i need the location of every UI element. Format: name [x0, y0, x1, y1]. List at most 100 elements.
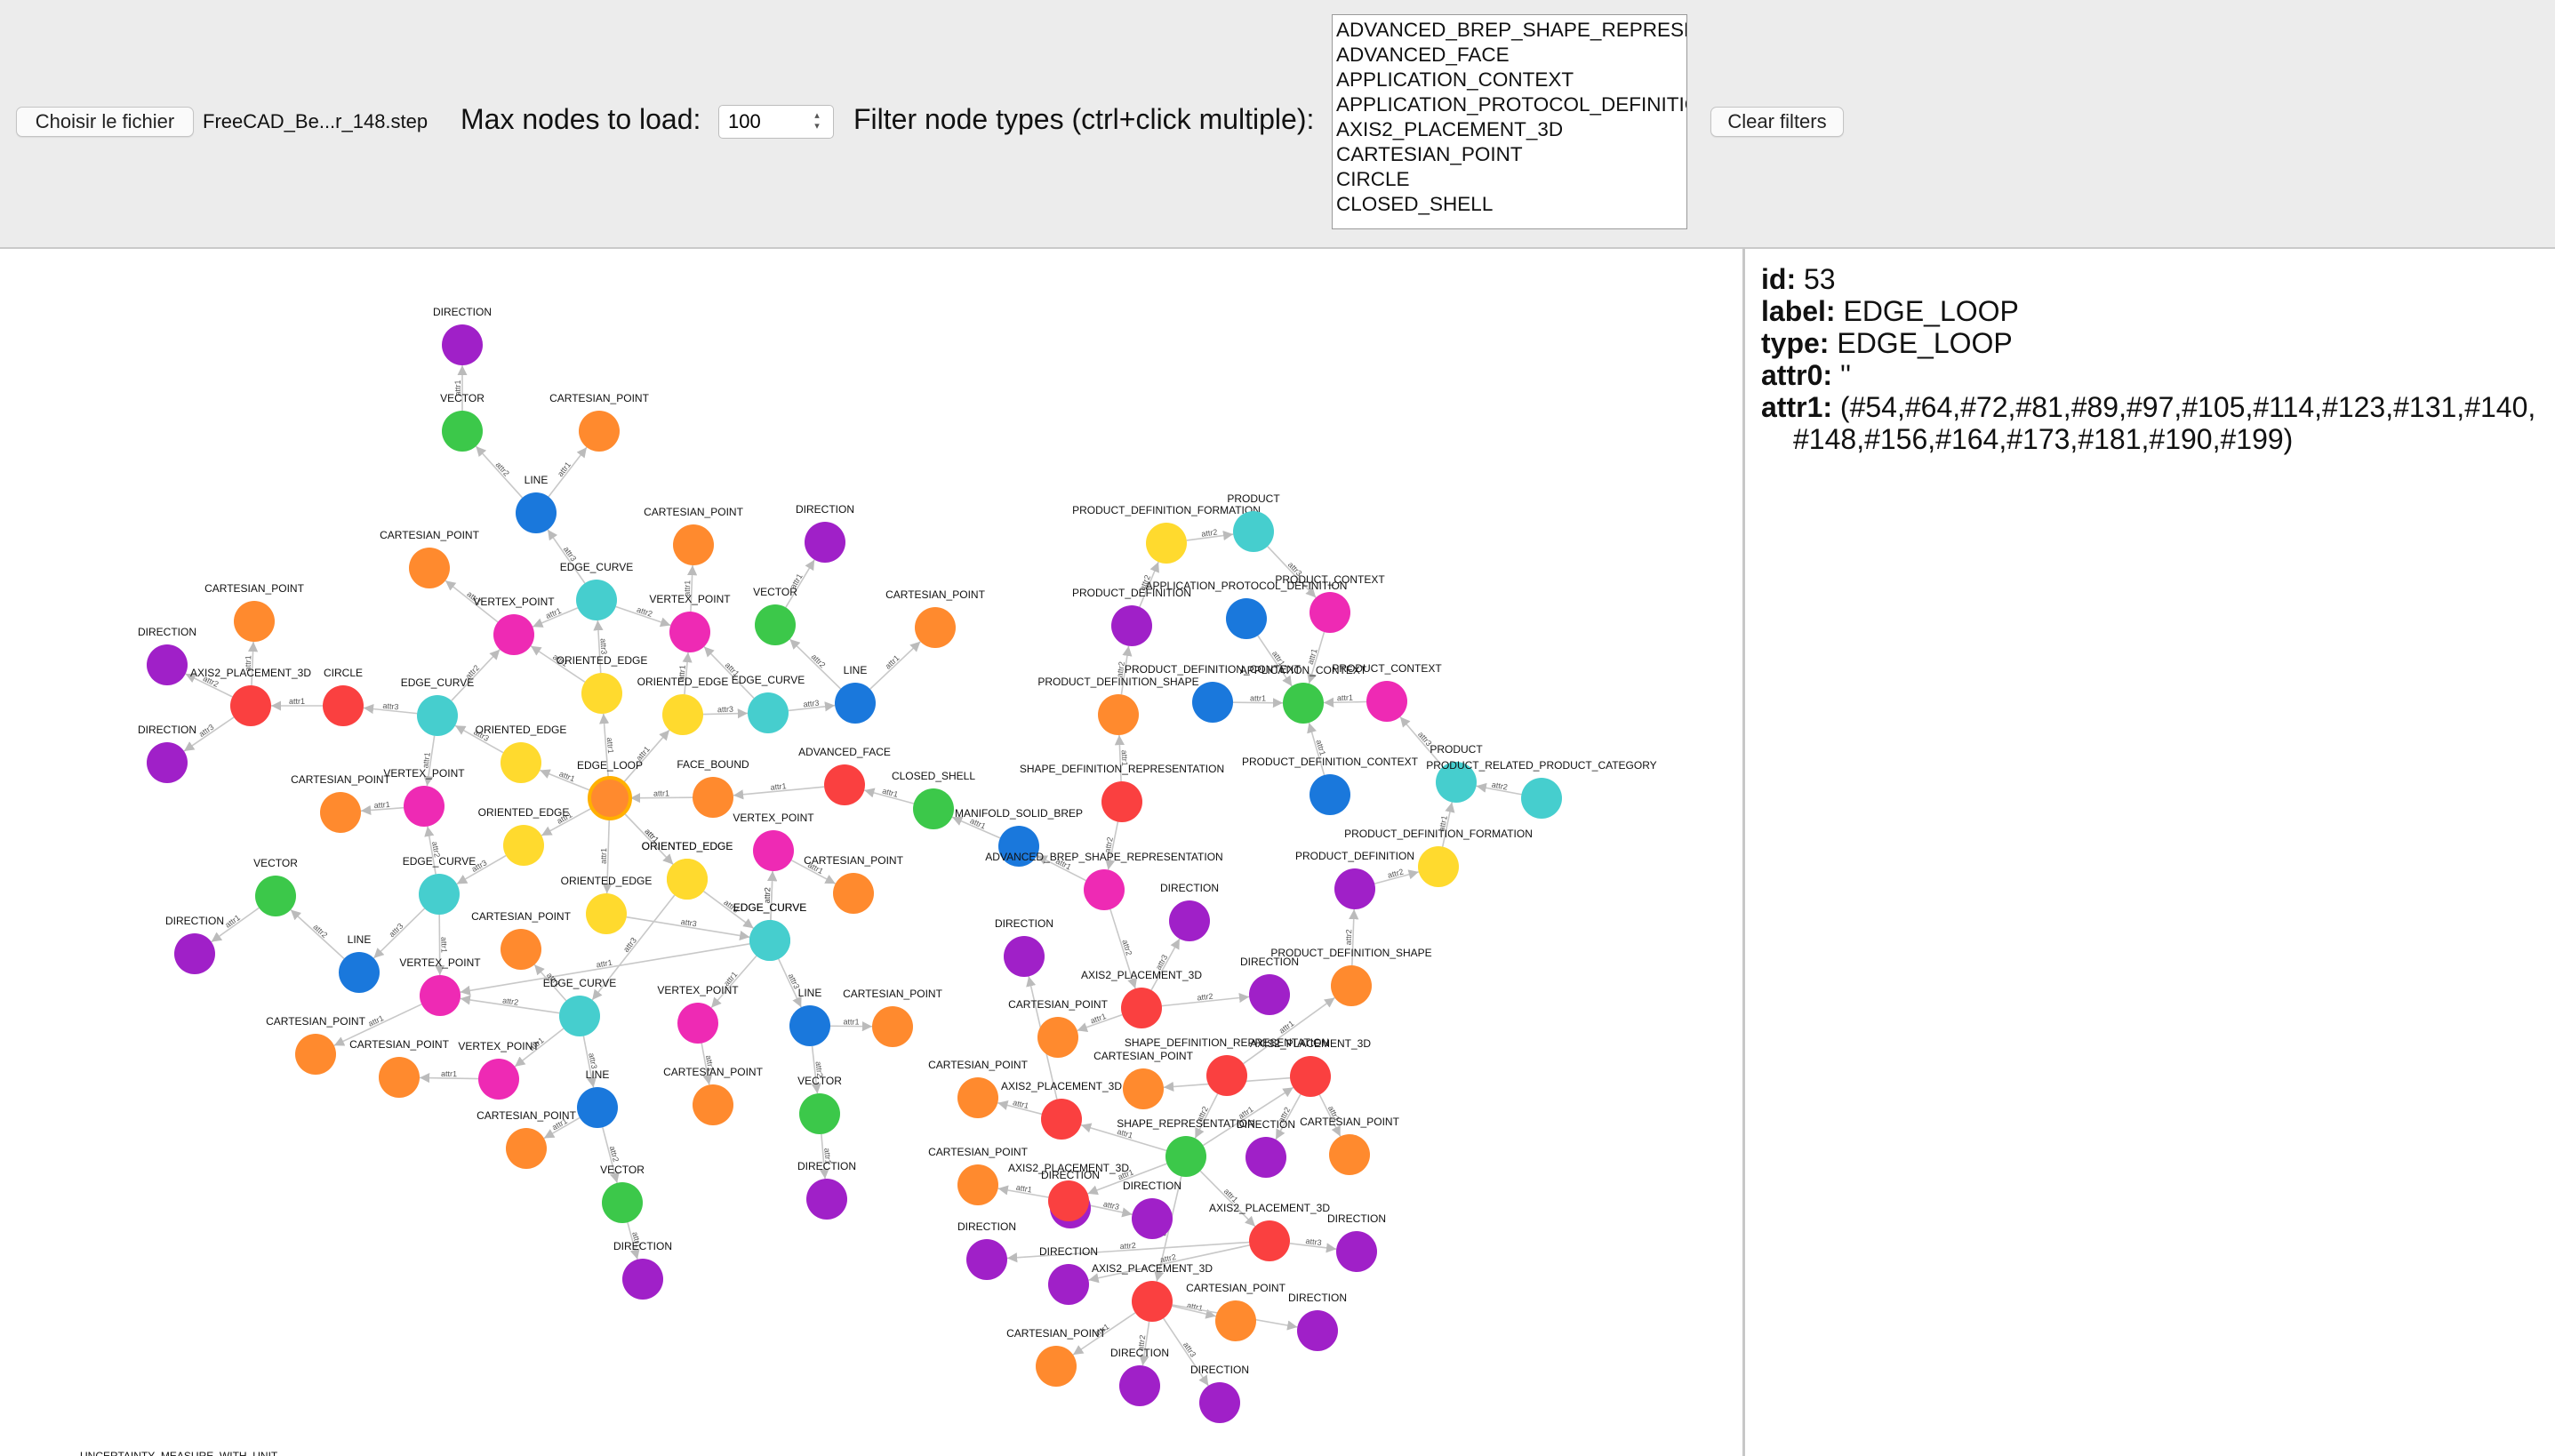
graph-node[interactable]: VERTEX_POINT	[657, 984, 739, 1044]
graph-node-circle[interactable]	[1036, 1346, 1077, 1387]
graph-node[interactable]: VECTOR	[753, 586, 797, 645]
graph-node[interactable]: SHAPE_REPRESENTATION	[1117, 1117, 1255, 1177]
filter-option[interactable]: ADVANCED_FACE	[1336, 43, 1686, 68]
graph-node[interactable]: PRODUCT_DEFINITION	[1295, 850, 1414, 909]
graph-node[interactable]: VERTEX_POINT	[383, 767, 465, 827]
graph-node-circle[interactable]	[1192, 682, 1233, 723]
graph-node-circle[interactable]	[493, 614, 534, 655]
graph-node-circle[interactable]	[581, 673, 622, 714]
filter-option[interactable]: CARTESIAN_POINT	[1336, 142, 1686, 167]
graph-node-circle[interactable]	[913, 788, 954, 829]
graph-node-circle[interactable]	[559, 996, 600, 1036]
graph-node-circle[interactable]	[419, 874, 460, 915]
filter-option[interactable]: CLOSED_SHELL	[1336, 192, 1686, 217]
graph-node-circle[interactable]	[1048, 1264, 1089, 1305]
graph-node[interactable]: VERTEX_POINT	[473, 596, 555, 655]
graph-node-circle[interactable]	[506, 1128, 547, 1169]
filter-option[interactable]: APPLICATION_CONTEXT	[1336, 68, 1686, 92]
graph-node-circle[interactable]	[662, 694, 703, 735]
graph-node-circle[interactable]	[503, 825, 544, 866]
graph-node-circle[interactable]	[673, 524, 714, 565]
graph-node-circle[interactable]	[602, 1182, 643, 1223]
graph-node[interactable]: DIRECTION	[797, 1160, 856, 1220]
graph-node[interactable]: DIRECTION	[613, 1240, 672, 1300]
graph-node[interactable]: DIRECTION	[1237, 1118, 1295, 1178]
graph-node-circle[interactable]	[323, 685, 364, 726]
graph-node[interactable]: ORIENTED_EDGE	[561, 875, 653, 934]
graph-node[interactable]: DIRECTION	[1160, 882, 1219, 941]
graph-node[interactable]: PRODUCT_CONTEXT	[1275, 573, 1385, 633]
graph-node[interactable]: PRODUCT	[1227, 492, 1280, 552]
graph-node-circle[interactable]	[667, 859, 708, 900]
graph-node-circle[interactable]	[1111, 605, 1152, 646]
graph-node[interactable]: ORIENTED_EDGE	[642, 840, 733, 900]
graph-node[interactable]: VECTOR	[253, 857, 298, 916]
graph-node[interactable]: VERTEX_POINT	[458, 1040, 540, 1100]
filter-option[interactable]: CIRCLE	[1336, 167, 1686, 192]
graph-node[interactable]: AXIS2_PLACEMENT_3D	[1209, 1202, 1330, 1261]
graph-node-circle[interactable]	[1283, 683, 1324, 724]
graph-node-circle[interactable]	[806, 1179, 847, 1220]
graph-node-circle[interactable]	[501, 742, 541, 783]
graph-node[interactable]: CARTESIAN_POINT	[549, 392, 650, 452]
graph-node[interactable]: UNCERTAINTY_MEASURE_WITH_UNIT	[80, 1450, 278, 1456]
graph-node-circle[interactable]	[420, 975, 461, 1016]
graph-node[interactable]: ORIENTED_EDGE	[476, 724, 567, 783]
graph-node-circle[interactable]	[1165, 1136, 1206, 1177]
graph-node-circle[interactable]	[320, 792, 361, 833]
graph-node[interactable]: EDGE_CURVE	[733, 901, 806, 961]
graph-node[interactable]: CARTESIAN_POINT	[804, 854, 904, 914]
graph-node-circle[interactable]	[1245, 1137, 1286, 1178]
graph-node-circle[interactable]	[1233, 511, 1274, 552]
graph-node[interactable]: ADVANCED_FACE	[798, 746, 891, 805]
graph-node[interactable]: DIRECTION	[1327, 1212, 1386, 1272]
graph-node[interactable]: DIRECTION	[1288, 1292, 1347, 1351]
graph-node-circle[interactable]	[1121, 988, 1162, 1028]
graph-node-circle[interactable]	[579, 411, 620, 452]
graph-node-circle[interactable]	[824, 764, 865, 805]
graph-node[interactable]: CARTESIAN_POINT	[1008, 998, 1109, 1058]
graph-node-circle[interactable]	[1418, 846, 1459, 887]
graph-node[interactable]: VERTEX_POINT	[733, 812, 814, 871]
graph-node[interactable]: DIRECTION	[995, 917, 1053, 977]
graph-node-circle[interactable]	[1123, 1068, 1164, 1109]
graph-canvas[interactable]: attr1 attr2 attr1 attr3 attr1 attr2 attr1 attr1…	[0, 249, 1742, 1456]
graph-node-circle[interactable]	[1249, 974, 1290, 1015]
graph-node-circle[interactable]	[799, 1093, 840, 1134]
node-type-filter-select[interactable]: ADVANCED_BREP_SHAPE_REPRESENTATION ADVAN…	[1332, 14, 1687, 229]
graph-node-circle[interactable]	[379, 1057, 420, 1098]
graph-node-circle[interactable]	[872, 1006, 913, 1047]
graph-node-circle[interactable]	[915, 607, 956, 648]
graph-node-circle[interactable]	[1310, 774, 1350, 815]
graph-node-circle[interactable]	[1146, 523, 1187, 564]
graph-node[interactable]: EDGE_CURVE	[401, 676, 474, 736]
graph-node-circle[interactable]	[174, 933, 215, 974]
graph-node-circle[interactable]	[1199, 1382, 1240, 1423]
graph-node-circle[interactable]	[442, 324, 483, 365]
graph-node[interactable]: PRODUCT_CONTEXT	[1332, 662, 1442, 722]
graph-node-circle[interactable]	[1084, 869, 1125, 910]
graph-node[interactable]: CARTESIAN_POINT	[885, 588, 986, 648]
graph-node-circle[interactable]	[693, 777, 733, 818]
graph-node[interactable]: DIRECTION	[165, 915, 224, 974]
graph-node[interactable]: DIRECTION	[957, 1220, 1016, 1280]
graph-node[interactable]: PRODUCT_DEFINITION_CONTEXT	[1242, 756, 1419, 815]
graph-node-circle[interactable]	[1297, 1310, 1338, 1351]
graph-node[interactable]: ORIENTED_EDGE	[637, 676, 729, 735]
graph-node-circle[interactable]	[588, 776, 632, 820]
graph-node[interactable]: ORIENTED_EDGE	[557, 654, 648, 714]
graph-node[interactable]: DIRECTION	[138, 724, 196, 783]
graph-node-circle[interactable]	[147, 742, 188, 783]
graph-node[interactable]: CARTESIAN_POINT	[663, 1066, 764, 1125]
graph-node-circle[interactable]	[755, 604, 796, 645]
graph-node-circle[interactable]	[417, 695, 458, 736]
graph-node-circle[interactable]	[586, 893, 627, 934]
graph-node-circle[interactable]	[1249, 1220, 1290, 1261]
graph-node-circle[interactable]	[835, 683, 876, 724]
graph-node-circle[interactable]	[234, 601, 275, 642]
graph-node[interactable]: VECTOR	[440, 392, 485, 452]
graph-node-circle[interactable]	[409, 548, 450, 588]
graph-node-circle[interactable]	[1290, 1056, 1331, 1097]
graph-node-circle[interactable]	[1334, 868, 1375, 909]
graph-node[interactable]: DIRECTION	[1123, 1180, 1181, 1239]
